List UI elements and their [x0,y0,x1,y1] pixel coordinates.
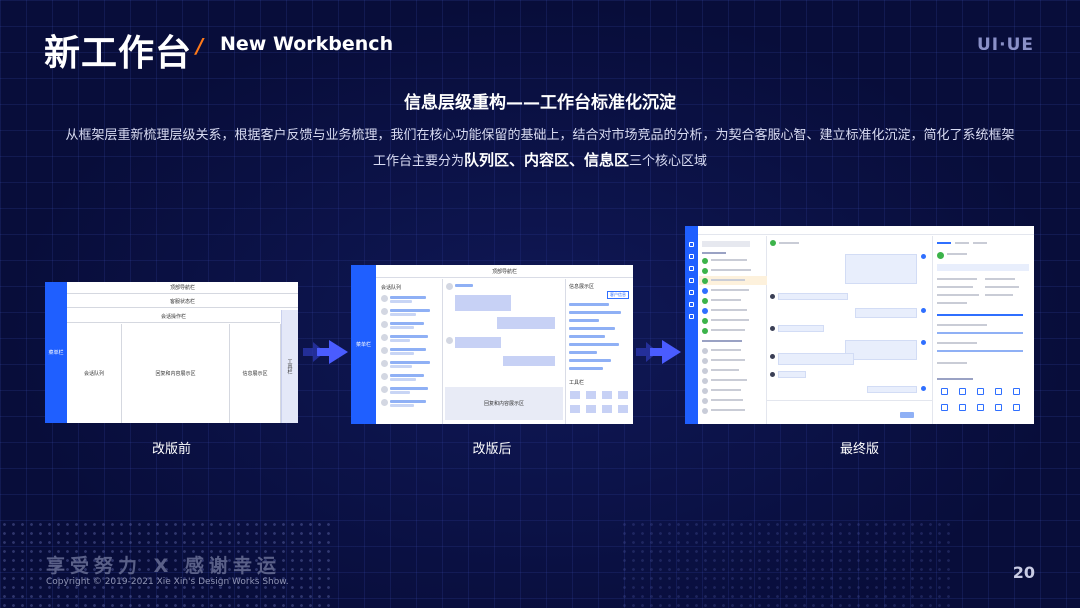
send-button[interactable] [900,412,914,418]
description-line-2: 工作台主要分为队列区、内容区、信息区三个核心区域 [0,149,1080,170]
caption-after: 改版后 [472,442,512,457]
menu-bar [685,226,698,424]
customer-info-tag[interactable]: 客户信息 [607,291,629,299]
top-nav-bar: 顶部导航栏 [376,265,633,278]
status-bar: 客服状态栏 [67,295,298,308]
caption-before: 改版前 [151,442,191,457]
queue-label: 会话队列 [381,285,402,291]
footer-slogan: 享受努力 X 感谢幸运 [46,555,281,577]
info-area [932,236,1034,424]
session-action-bar: 会话操作栏 [67,310,280,323]
top-nav-bar: 顶部导航栏 [67,282,298,294]
queue-area [699,236,767,424]
reply-area: 回复和内容展示区 [445,387,563,420]
arrow-right-icon [636,340,681,364]
wireframe-before: 菜单栏 顶部导航栏 客服状态栏 会话操作栏 会话队列 回复和内容展示区 信息展示… [45,282,298,423]
page-title: 新工作台 [44,33,193,74]
info-area: 信息展示区 [230,324,281,423]
decor-dots-right [620,520,950,608]
copyright: Copyright © 2019-2021 Xie Xin's Design W… [46,577,289,587]
section-title: 信息层级重构——工作台标准化沉淀 [404,93,676,113]
wireframe-after: 菜单栏 顶部导航栏 会话队列 回复和内容展示区 信息展示区 客户信息 工具栏 [351,265,633,424]
queue-area: 会话队列 [376,279,443,424]
info-area: 信息展示区 客户信息 工具栏 [565,279,633,424]
info-label: 信息展示区 [569,284,595,290]
desc-bold: 队列区、内容区、信息区 [463,151,629,169]
content-area [767,236,932,424]
content-area: 回复和内容展示区 [443,279,565,424]
desc-prefix: 工作台主要分为 [372,154,464,169]
page-subtitle: New Workbench [220,33,394,55]
brand-tag: UI·UE [976,35,1034,55]
queue-area: 会话队列 [67,324,122,423]
title-slash: / [196,34,204,58]
final-ui-screenshot [685,226,1034,424]
top-nav-bar [698,226,1034,235]
caption-final: 最终版 [839,442,879,457]
tool-bar: 工具栏 [281,310,298,423]
content-area: 回复和内容展示区 [122,324,230,423]
menu-bar: 菜单栏 [351,265,376,424]
page-number: 20 [1012,563,1035,582]
tools-label: 工具栏 [569,380,585,386]
desc-suffix: 三个核心区域 [629,154,708,169]
menu-bar: 菜单栏 [45,282,67,423]
arrow-right-icon [303,340,348,364]
description-line-1: 从框架层重新梳理层级关系，根据客户反馈与业务梳理，我们在核心功能保留的基础上，结… [65,128,1015,143]
